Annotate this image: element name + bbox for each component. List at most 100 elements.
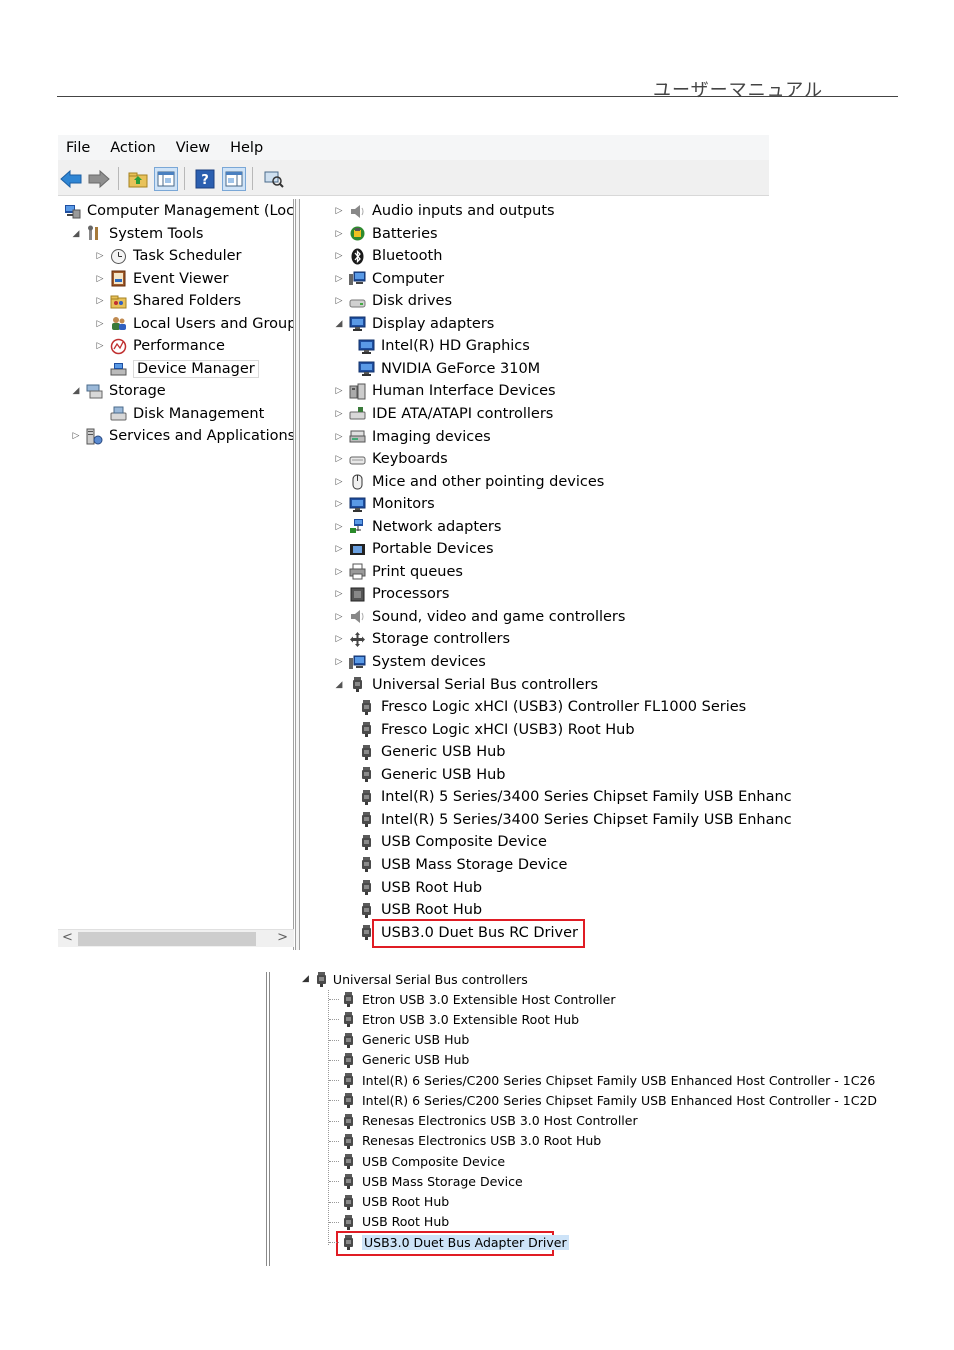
device-category[interactable]: ▷ Human Interface Devices [333,380,556,402]
collapsed-twisty-icon[interactable]: ▷ [333,657,345,667]
device-item[interactable]: Generic USB Hub [358,741,506,763]
usb-device-item[interactable]: Generic USB Hub [340,1051,469,1069]
console-tree-item[interactable]: ▷ Shared Folders [94,290,242,312]
device-category[interactable]: ▷ Audio inputs and outputs [333,200,555,222]
device-category[interactable]: ▷ Bluetooth [333,245,442,267]
collapsed-twisty-icon[interactable]: ▷ [333,454,345,464]
device-item[interactable]: Intel(R) HD Graphics [358,335,530,357]
device-category[interactable]: ▷ Imaging devices [333,426,491,448]
collapsed-twisty-icon[interactable]: ▷ [333,432,345,442]
console-tree-item[interactable]: Device Manager [94,358,259,380]
device-category[interactable]: ▷ Portable Devices [333,538,494,560]
collapsed-twisty-icon[interactable]: ▷ [94,319,106,329]
device-category[interactable]: ▷ Monitors [333,493,435,515]
device-item[interactable]: USB Root Hub [358,877,482,899]
device-category[interactable]: ▷ Processors [333,583,450,605]
device-category[interactable]: ▷ Sound, video and game controllers [333,606,626,628]
console-tree-item[interactable]: ◢ Storage [70,380,166,402]
menu-action[interactable]: Action [110,140,155,156]
expanded-twisty-icon[interactable]: ◢ [333,319,345,329]
collapsed-twisty-icon[interactable]: ▷ [94,296,106,306]
collapsed-twisty-icon[interactable]: ▷ [70,431,82,441]
usb-device-item[interactable]: Etron USB 3.0 Extensible Root Hub [340,1010,579,1028]
expanded-twisty-icon[interactable]: ◢ [70,386,82,396]
device-item[interactable]: Fresco Logic xHCI (USB3) Root Hub [358,719,635,741]
device-item[interactable]: NVIDIA GeForce 310M [358,358,540,380]
console-tree-item[interactable]: Computer Management (Local [60,200,294,222]
collapsed-twisty-icon[interactable]: ▷ [94,251,106,261]
menu-view[interactable]: View [176,140,210,156]
usb-device-item[interactable]: Generic USB Hub [340,1031,469,1049]
device-item[interactable]: USB Root Hub [358,899,482,921]
console-tree-item[interactable]: Disk Management [94,403,264,425]
device-category[interactable]: ▷ IDE ATA/ATAPI controllers [333,403,554,425]
device-item[interactable]: USB Mass Storage Device [358,854,567,876]
collapsed-twisty-icon[interactable]: ▷ [333,274,345,284]
back-arrow-icon[interactable] [60,169,82,189]
console-tree-item[interactable]: ▷ Event Viewer [94,268,228,290]
device-category[interactable]: ▷ Computer [333,268,445,290]
show-hide-action-pane-toggle[interactable] [222,167,246,191]
collapsed-twisty-icon[interactable]: ▷ [333,589,345,599]
collapsed-twisty-icon[interactable]: ▷ [333,296,345,306]
usb-device-item[interactable]: USB Composite Device [340,1152,505,1170]
usb-device-item[interactable]: Intel(R) 6 Series/C200 Series Chipset Fa… [340,1071,875,1089]
scroll-right-button[interactable]: > [277,930,288,945]
device-category[interactable]: ▷ Mice and other pointing devices [333,471,604,493]
collapsed-twisty-icon[interactable]: ▷ [333,522,345,532]
scan-hardware-icon[interactable] [263,169,284,189]
console-tree-item[interactable]: ◢ System Tools [70,223,203,245]
collapsed-twisty-icon[interactable]: ▷ [333,229,345,239]
device-category[interactable]: ▷ Print queues [333,561,463,583]
usb-controllers-category[interactable]: ◢ Universal Serial Bus controllers [302,970,528,988]
device-category[interactable]: ▷ System devices [333,651,486,673]
device-category[interactable]: ▷ Keyboards [333,448,448,470]
usb-device-item[interactable]: Renesas Electronics USB 3.0 Root Hub [340,1132,601,1150]
device-category[interactable]: ◢ Display adapters [333,313,495,335]
device-item[interactable]: USB Composite Device [358,831,547,853]
collapsed-twisty-icon[interactable]: ▷ [333,567,345,577]
show-hide-tree-toggle[interactable] [154,167,178,191]
console-tree-item[interactable]: ▷ Local Users and Groups [94,313,294,335]
collapsed-twisty-icon[interactable]: ▷ [333,612,345,622]
usb-device-item[interactable]: USB Root Hub [340,1193,449,1211]
usb-device-item[interactable]: USB Mass Storage Device [340,1172,523,1190]
device-category[interactable]: ▷ Disk drives [333,290,452,312]
usb-device-item[interactable]: Intel(R) 6 Series/C200 Series Chipset Fa… [340,1091,877,1109]
device-category[interactable]: ◢ Universal Serial Bus controllers [333,674,599,696]
usb-device-item[interactable]: USB3.0 Duet Bus Adapter Driver [340,1233,569,1251]
horizontal-scrollbar[interactable]: < > [58,929,294,947]
console-tree-item[interactable]: ▷ Task Scheduler [94,245,242,267]
collapsed-twisty-icon[interactable]: ▷ [333,477,345,487]
collapsed-twisty-icon[interactable]: ▷ [94,341,106,351]
menu-help[interactable]: Help [230,140,263,156]
collapsed-twisty-icon[interactable]: ▷ [94,274,106,284]
usb-device-item[interactable]: USB Root Hub [340,1213,449,1231]
collapsed-twisty-icon[interactable]: ▷ [333,634,345,644]
collapsed-twisty-icon[interactable]: ▷ [333,409,345,419]
menu-file[interactable]: File [66,140,90,156]
expanded-twisty-icon[interactable]: ◢ [302,974,309,984]
console-tree-item[interactable]: ▷ Performance [94,335,225,357]
collapsed-twisty-icon[interactable]: ▷ [333,206,345,216]
device-category[interactable]: ▷ Network adapters [333,516,502,538]
help-icon[interactable]: ? [195,169,215,189]
forward-arrow-icon[interactable] [88,169,110,189]
scroll-left-button[interactable]: < [62,930,73,945]
collapsed-twisty-icon[interactable]: ▷ [333,499,345,509]
up-folder-icon[interactable] [128,169,148,189]
device-category[interactable]: ▷ Batteries [333,223,438,245]
collapsed-twisty-icon[interactable]: ▷ [333,386,345,396]
device-item[interactable]: Generic USB Hub [358,764,506,786]
expanded-twisty-icon[interactable]: ◢ [333,680,345,690]
scrollbar-thumb[interactable] [78,932,256,946]
collapsed-twisty-icon[interactable]: ▷ [333,251,345,261]
collapsed-twisty-icon[interactable]: ▷ [333,544,345,554]
device-item[interactable]: Intel(R) 5 Series/3400 Series Chipset Fa… [358,786,792,808]
device-item[interactable]: Fresco Logic xHCI (USB3) Controller FL10… [358,696,746,718]
usb-device-item[interactable]: Renesas Electronics USB 3.0 Host Control… [340,1112,638,1130]
console-tree-item[interactable]: ▷ Services and Applications [70,425,294,447]
expanded-twisty-icon[interactable]: ◢ [70,229,82,239]
device-category[interactable]: ▷ Storage controllers [333,628,511,650]
usb-device-item[interactable]: Etron USB 3.0 Extensible Host Controller [340,990,615,1008]
